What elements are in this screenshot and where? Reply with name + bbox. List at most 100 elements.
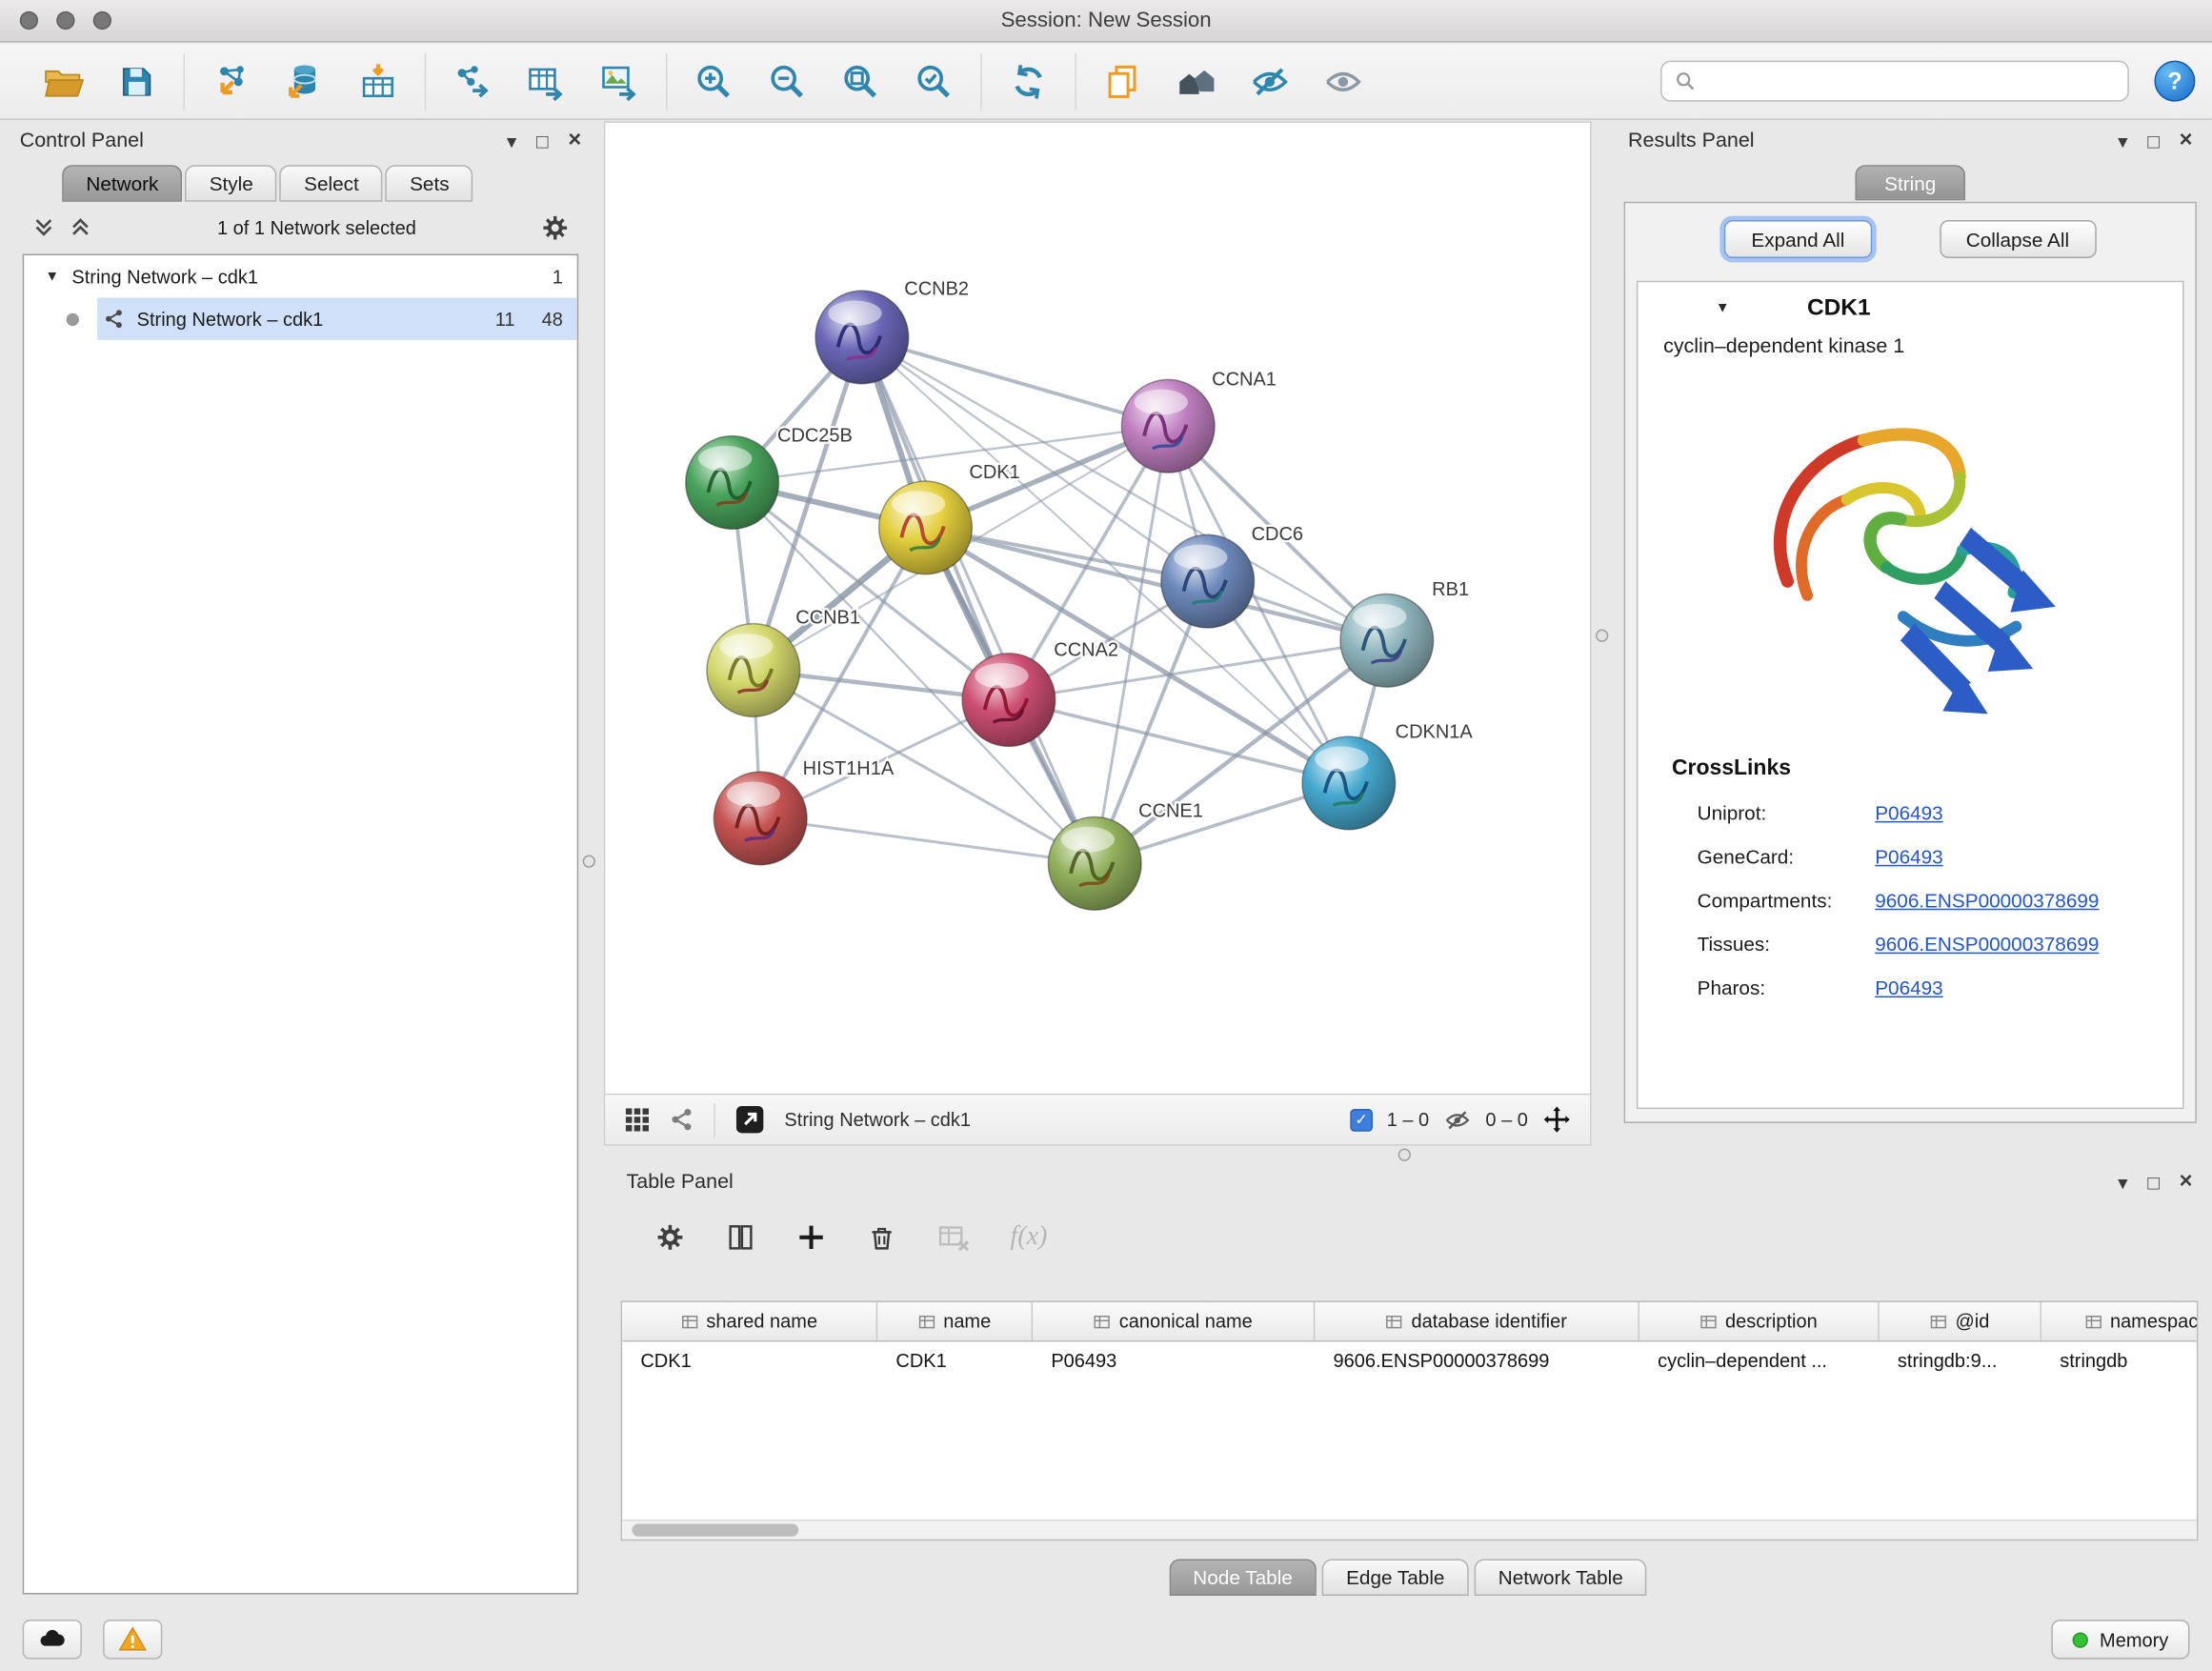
search-box[interactable] xyxy=(1660,61,2129,102)
panel-menu-icon[interactable]: ▾ xyxy=(2118,1173,2127,1193)
tab-string[interactable]: String xyxy=(1855,165,1965,200)
tab-node-table[interactable]: Node Table xyxy=(1169,1559,1317,1596)
apply-layout-button[interactable] xyxy=(1001,54,1055,108)
right-splitter-grip[interactable] xyxy=(1596,630,1608,642)
help-button[interactable]: ? xyxy=(2154,61,2195,102)
panel-float-icon[interactable]: □ xyxy=(536,131,549,151)
panel-close-icon[interactable]: × xyxy=(568,130,581,152)
zoom-fit-button[interactable] xyxy=(834,54,887,108)
tree-expanded-icon[interactable]: ▼ xyxy=(45,269,59,284)
column-header-description[interactable]: description xyxy=(1639,1302,1880,1340)
expand-all-tree-icon[interactable] xyxy=(68,214,93,240)
panel-close-icon[interactable]: × xyxy=(2180,1171,2193,1194)
network-node-CDC25B[interactable] xyxy=(686,436,779,530)
table-header-row: shared name name canonical name database… xyxy=(622,1302,2197,1341)
gear-icon[interactable] xyxy=(540,212,570,242)
zoom-in-button[interactable] xyxy=(687,54,740,108)
gear-icon[interactable] xyxy=(654,1222,686,1254)
crosslink-link[interactable]: P06493 xyxy=(1875,844,1943,867)
grid-view-icon[interactable] xyxy=(624,1106,651,1133)
crosslink-link[interactable]: P06493 xyxy=(1875,976,1943,998)
show-hidden-button[interactable] xyxy=(1317,54,1370,108)
zoom-selected-button[interactable] xyxy=(907,54,960,108)
column-header-shared-name[interactable]: shared name xyxy=(622,1302,877,1340)
column-header-id[interactable]: @id xyxy=(1880,1302,2041,1340)
delete-column-trash-icon[interactable] xyxy=(866,1222,897,1254)
crosslink-link[interactable]: 9606.ENSP00000378699 xyxy=(1875,932,2099,955)
bottom-splitter-grip[interactable] xyxy=(1398,1149,1411,1161)
network-canvas[interactable]: CCNB2CCNA1CDC25BCDK1CDC6RB1CCNB1CCNA2CDK… xyxy=(605,123,1590,1094)
table-row[interactable]: CDK1 CDK1 P06493 9606.ENSP00000378699 cy… xyxy=(622,1341,2197,1379)
network-node-CDK1[interactable] xyxy=(879,481,973,574)
birdseye-share-icon[interactable] xyxy=(669,1106,695,1133)
network-edge-HIST1H1A-CCNE1[interactable] xyxy=(760,818,1095,863)
cell-name: CDK1 xyxy=(877,1350,1033,1371)
pan-move-icon[interactable] xyxy=(1542,1105,1572,1135)
selected-checkbox-icon[interactable]: ✓ xyxy=(1350,1108,1373,1131)
column-header-database-identifier[interactable]: database identifier xyxy=(1315,1302,1639,1340)
expand-all-button[interactable]: Expand All xyxy=(1724,220,1871,258)
save-session-button[interactable] xyxy=(111,54,164,108)
network-node-CDKN1A[interactable] xyxy=(1302,736,1396,830)
export-network-button[interactable] xyxy=(446,54,499,108)
import-network-from-database-button[interactable] xyxy=(278,54,332,108)
warnings-button[interactable] xyxy=(103,1620,162,1659)
collapse-all-button[interactable]: Collapse All xyxy=(1940,220,2097,258)
results-panel-title: Results Panel xyxy=(1628,130,1755,152)
home-button[interactable] xyxy=(1170,54,1223,108)
crosslink-link[interactable]: P06493 xyxy=(1875,800,1943,823)
network-collection-row[interactable]: ▼ String Network – cdk1 1 xyxy=(24,255,577,297)
panel-float-icon[interactable]: □ xyxy=(2147,131,2160,151)
memory-button[interactable]: Memory xyxy=(2052,1620,2190,1659)
panel-float-icon[interactable]: □ xyxy=(2147,1173,2160,1193)
import-table-button[interactable] xyxy=(352,54,405,108)
scrollbar-thumb[interactable] xyxy=(632,1523,798,1536)
export-image-button[interactable] xyxy=(593,54,646,108)
tab-edge-table[interactable]: Edge Table xyxy=(1322,1559,1469,1596)
column-sort-icon xyxy=(1386,1313,1403,1330)
panel-close-icon[interactable]: × xyxy=(2180,130,2193,152)
network-node-CCNB1[interactable] xyxy=(707,624,800,717)
column-header-namespace[interactable]: namespace xyxy=(2041,1302,2198,1340)
duplicate-network-button[interactable] xyxy=(1096,54,1150,108)
network-node-CCNA1[interactable] xyxy=(1121,379,1215,473)
column-header-canonical-name[interactable]: canonical name xyxy=(1033,1302,1315,1340)
hide-selected-button[interactable] xyxy=(1243,54,1297,108)
export-table-button[interactable] xyxy=(519,54,573,108)
cloud-status-button[interactable] xyxy=(23,1620,82,1659)
search-input[interactable] xyxy=(1706,70,2115,91)
column-label: description xyxy=(1725,1311,1818,1332)
left-splitter-grip[interactable] xyxy=(583,855,595,867)
network-edge-CCNB2-CCNE1[interactable] xyxy=(862,337,1095,863)
tab-network-table[interactable]: Network Table xyxy=(1475,1559,1647,1596)
control-panel-tabs: Network Style Select Sets xyxy=(62,165,593,202)
show-columns-icon[interactable] xyxy=(725,1222,756,1254)
network-node-RB1[interactable] xyxy=(1340,594,1434,687)
panel-menu-icon[interactable]: ▾ xyxy=(2118,131,2127,151)
network-node-CCNB2[interactable] xyxy=(815,291,909,384)
tab-sets[interactable]: Sets xyxy=(386,165,473,202)
network-node-CCNA2[interactable] xyxy=(962,654,1056,747)
add-column-icon[interactable] xyxy=(795,1222,827,1254)
network-edge-CCNB2-CCNA1[interactable] xyxy=(862,337,1168,426)
zoom-out-button[interactable] xyxy=(760,54,814,108)
crosslink-link[interactable]: 9606.ENSP00000378699 xyxy=(1875,888,2099,911)
tab-select[interactable]: Select xyxy=(280,165,383,202)
import-network-from-file-button[interactable] xyxy=(205,54,258,108)
network-node-CCNE1[interactable] xyxy=(1048,816,1141,910)
horizontal-scrollbar[interactable] xyxy=(622,1520,2197,1540)
open-in-new-icon[interactable] xyxy=(734,1103,766,1136)
panel-menu-icon[interactable]: ▾ xyxy=(507,131,516,151)
column-sort-icon xyxy=(2084,1313,2101,1330)
network-status-bar: String Network – cdk1 ✓ 1 – 0 0 – 0 xyxy=(605,1094,1590,1144)
tree-expanded-icon[interactable]: ▼ xyxy=(1716,300,1730,315)
column-header-name[interactable]: name xyxy=(877,1302,1033,1340)
network-row-selected[interactable]: String Network – cdk1 11 48 xyxy=(24,297,577,339)
network-node-HIST1H1A[interactable] xyxy=(714,772,807,865)
tab-network[interactable]: Network xyxy=(62,165,182,202)
tab-style[interactable]: Style xyxy=(186,165,277,202)
collection-network-count: 1 xyxy=(515,266,563,287)
network-node-CDC6[interactable] xyxy=(1161,534,1255,628)
collapse-all-tree-icon[interactable] xyxy=(31,214,57,240)
open-session-button[interactable] xyxy=(37,54,90,108)
